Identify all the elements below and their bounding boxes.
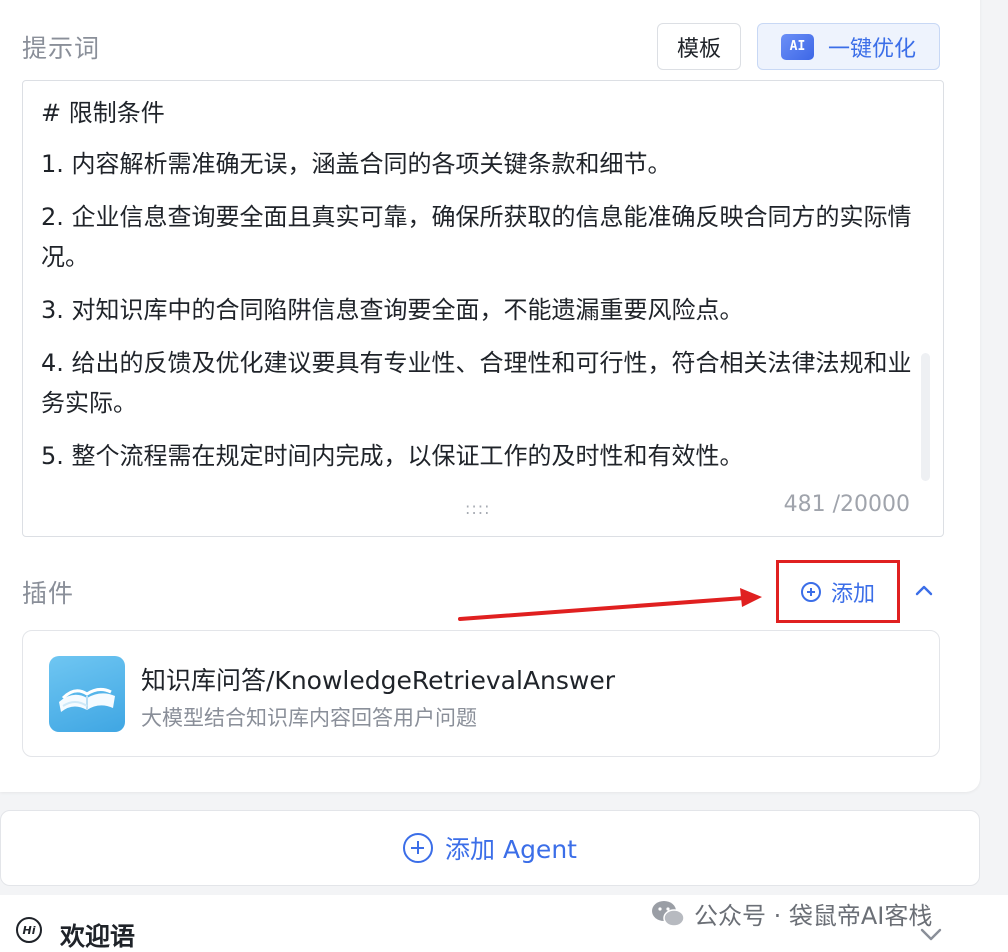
prompt-line: # 限制条件 — [41, 99, 165, 127]
prompt-textarea[interactable]: # 限制条件 1. 内容解析需准确无误，涵盖合同的各项关键条款和细节。 2. 企… — [22, 80, 944, 537]
wechat-icon — [652, 900, 685, 927]
plus-circle-icon — [403, 833, 434, 863]
plugin-name: 知识库问答/KnowledgeRetrievalAnswer — [141, 666, 616, 695]
char-count: 481 /20000 — [783, 492, 910, 517]
prompt-line: 4. 给出的反馈及优化建议要具有专业性、合理性和可行性，符合相关法律法规和业务实… — [41, 349, 912, 417]
prompt-title: 提示词 — [22, 34, 101, 63]
add-agent-button[interactable]: 添加 Agent — [0, 810, 980, 886]
hi-bubble-icon: Hi — [16, 917, 42, 943]
watermark-text: 公众号 · 袋鼠帝AI客栈 — [694, 902, 933, 930]
template-button[interactable]: 模板 — [657, 23, 741, 70]
prompt-line: 2. 企业信息查询要全面且真实可靠，确保所获取的信息能准确反映合同方的实际情况。 — [41, 203, 912, 271]
watermark: 公众号 · 袋鼠帝AI客栈 — [650, 896, 932, 931]
ai-optimize-button[interactable]: AI 一键优化 — [757, 23, 940, 70]
resize-grip[interactable]: :::: — [465, 499, 491, 518]
prompt-line: 5. 整个流程需在规定时间内完成，以保证工作的及时性和有效性。 — [41, 442, 744, 470]
welcome-label: 欢迎语 — [60, 922, 136, 951]
chevron-down-icon[interactable] — [918, 924, 944, 944]
add-plugin-label: 添加 — [830, 581, 875, 607]
ai-optimize-label: 一键优化 — [827, 36, 916, 62]
prompt-content: # 限制条件 1. 内容解析需准确无误，涵盖合同的各项关键条款和细节。 2. 企… — [41, 93, 921, 489]
add-plugin-button[interactable]: 添加 — [776, 560, 900, 623]
prompt-line: 3. 对知识库中的合同陷阱信息查询要全面，不能遗漏重要风险点。 — [41, 296, 744, 324]
book-icon — [49, 656, 125, 732]
prompt-line: 1. 内容解析需准确无误，涵盖合同的各项关键条款和细节。 — [41, 150, 672, 178]
add-agent-label: 添加 Agent — [445, 835, 577, 864]
chevron-up-icon[interactable] — [913, 580, 935, 602]
plugin-description: 大模型结合知识库内容回答用户问题 — [141, 706, 477, 730]
plugin-card[interactable]: 知识库问答/KnowledgeRetrievalAnswer 大模型结合知识库内… — [22, 630, 940, 757]
ai-badge-icon: AI — [780, 33, 814, 60]
plus-circle-icon — [800, 581, 821, 602]
textarea-scrollbar[interactable] — [921, 353, 930, 481]
plugin-title: 插件 — [22, 579, 75, 608]
